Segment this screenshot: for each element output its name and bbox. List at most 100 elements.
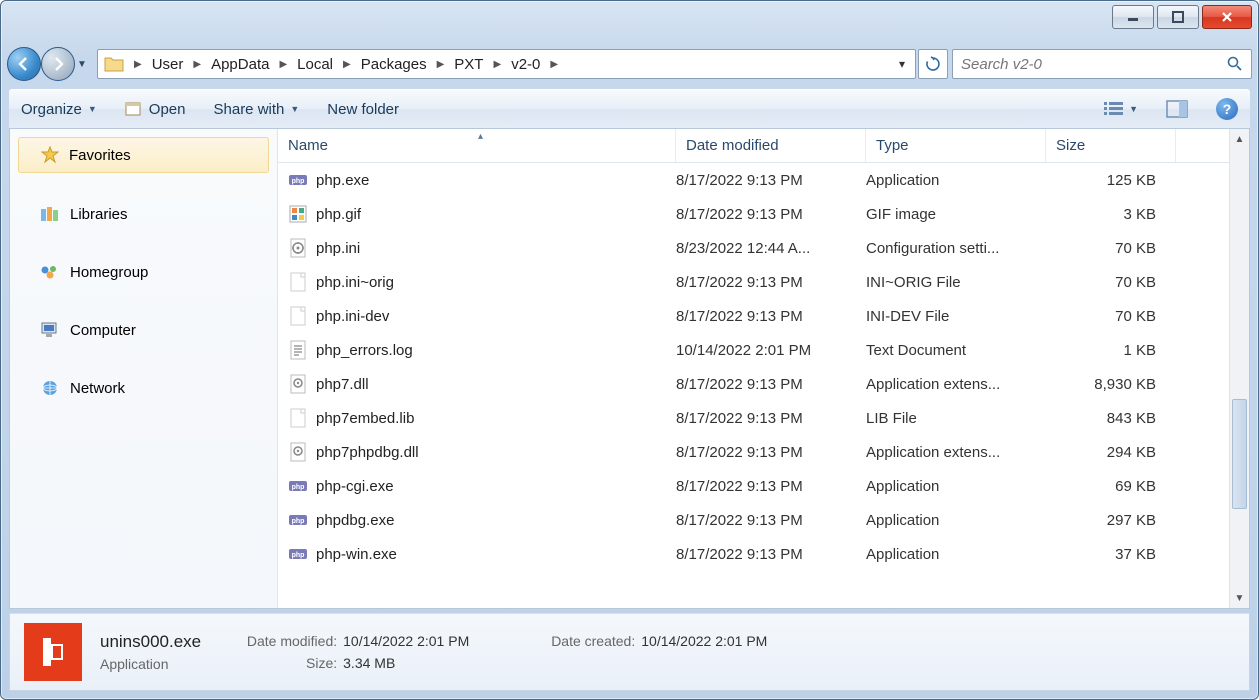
chevron-right-icon[interactable]: ▶ bbox=[130, 59, 146, 70]
file-row[interactable]: php.ini-dev8/17/2022 9:13 PMINI-DEV File… bbox=[278, 299, 1249, 333]
svg-text:php: php bbox=[292, 518, 305, 525]
file-type-icon: php bbox=[288, 170, 308, 190]
file-type-icon bbox=[288, 442, 308, 462]
file-date: 8/17/2022 9:13 PM bbox=[676, 478, 866, 495]
file-size: 1 KB bbox=[1046, 342, 1156, 359]
breadcrumb-item[interactable]: v2-0▶ bbox=[505, 50, 562, 78]
sidebar-computer[interactable]: Computer bbox=[10, 313, 277, 347]
file-row[interactable]: php_errors.log 10/14/2022 2:01 PMText Doc… bbox=[278, 333, 1249, 367]
file-type-icon bbox=[288, 204, 308, 224]
chevron-right-icon[interactable]: ▶ bbox=[275, 59, 291, 70]
chevron-right-icon[interactable]: ▶ bbox=[339, 59, 355, 70]
maximize-button[interactable] bbox=[1157, 5, 1199, 29]
file-type-icon bbox=[288, 238, 308, 258]
column-size[interactable]: Size bbox=[1046, 129, 1176, 162]
chevron-right-icon[interactable]: ▶ bbox=[433, 59, 449, 70]
sidebar-network[interactable]: Network bbox=[10, 371, 277, 405]
close-icon bbox=[1221, 11, 1233, 23]
date-created-label: Date created: bbox=[517, 633, 635, 649]
file-name: php_errors.log bbox=[316, 342, 413, 359]
scroll-down-button[interactable]: ▼ bbox=[1230, 588, 1249, 608]
column-name[interactable]: Name bbox=[278, 129, 676, 162]
file-type: Application bbox=[866, 546, 1046, 563]
file-name: php7phpdbg.dll bbox=[316, 444, 419, 461]
file-size: 3 KB bbox=[1046, 206, 1156, 223]
selected-file-type: Application bbox=[100, 656, 201, 672]
back-button[interactable] bbox=[7, 47, 41, 81]
preview-pane-icon bbox=[1166, 100, 1188, 118]
preview-pane-button[interactable] bbox=[1166, 100, 1188, 118]
file-type: INI~ORIG File bbox=[866, 274, 1046, 291]
file-type-icon bbox=[288, 272, 308, 292]
sidebar-homegroup[interactable]: Homegroup bbox=[10, 255, 277, 289]
scroll-thumb[interactable] bbox=[1232, 399, 1247, 509]
view-options[interactable]: ▼ bbox=[1103, 100, 1138, 118]
file-row[interactable]: php.ini8/23/2022 12:44 A...Configuration… bbox=[278, 231, 1249, 265]
file-size: 294 KB bbox=[1046, 444, 1156, 461]
help-button[interactable]: ? bbox=[1216, 98, 1238, 120]
chevron-right-icon[interactable]: ▶ bbox=[546, 59, 562, 70]
file-row[interactable]: phpphp-cgi.exe8/17/2022 9:13 PMApplicati… bbox=[278, 469, 1249, 503]
details-main: unins000.exe Application bbox=[100, 632, 201, 672]
file-type: Application bbox=[866, 512, 1046, 529]
scroll-track[interactable] bbox=[1230, 149, 1249, 588]
file-row[interactable]: php.ini~orig8/17/2022 9:13 PMINI~ORIG Fi… bbox=[278, 265, 1249, 299]
homegroup-icon bbox=[40, 263, 60, 281]
search-icon bbox=[1227, 56, 1243, 72]
minimize-button[interactable] bbox=[1112, 5, 1154, 29]
size-value: 3.34 MB bbox=[343, 655, 395, 671]
chevron-right-icon[interactable]: ▶ bbox=[489, 59, 505, 70]
column-date-modified[interactable]: Date modified bbox=[676, 129, 866, 162]
forward-button[interactable] bbox=[41, 47, 75, 81]
close-button[interactable] bbox=[1202, 5, 1252, 29]
file-date: 8/17/2022 9:13 PM bbox=[676, 206, 866, 223]
history-dropdown[interactable]: ▼ bbox=[75, 59, 89, 70]
refresh-button[interactable] bbox=[918, 49, 948, 79]
sidebar-favorites[interactable]: Favorites bbox=[18, 137, 269, 173]
selected-file-icon bbox=[24, 623, 82, 681]
date-modified-label: Date modified: bbox=[219, 633, 337, 649]
file-date: 8/17/2022 9:13 PM bbox=[676, 274, 866, 291]
column-type[interactable]: Type bbox=[866, 129, 1046, 162]
file-type: Configuration setti... bbox=[866, 240, 1046, 257]
computer-icon bbox=[40, 321, 60, 339]
organize-menu[interactable]: Organize▼ bbox=[21, 101, 97, 118]
file-type-icon bbox=[288, 306, 308, 326]
file-type: Text Document bbox=[866, 342, 1046, 359]
file-list-pane: ▴ Name Date modified Type Size phpphp.ex… bbox=[278, 129, 1249, 608]
vertical-scrollbar[interactable]: ▲ ▼ bbox=[1229, 129, 1249, 608]
breadcrumb-item[interactable]: AppData▶ bbox=[205, 50, 291, 78]
svg-text:php: php bbox=[292, 484, 305, 491]
search-box[interactable] bbox=[952, 49, 1252, 79]
open-button[interactable]: Open bbox=[125, 101, 186, 118]
file-row[interactable]: php7embed.lib8/17/2022 9:13 PMLIB File84… bbox=[278, 401, 1249, 435]
new-folder-button[interactable]: New folder bbox=[327, 101, 399, 118]
file-row[interactable]: phpphp.exe8/17/2022 9:13 PMApplication12… bbox=[278, 163, 1249, 197]
share-menu[interactable]: Share with▼ bbox=[214, 101, 300, 118]
selected-file-name: unins000.exe bbox=[100, 632, 201, 652]
search-input[interactable] bbox=[961, 56, 1227, 73]
file-row[interactable]: phpphpdbg.exe8/17/2022 9:13 PMApplicatio… bbox=[278, 503, 1249, 537]
file-row[interactable]: phpphp-win.exe8/17/2022 9:13 PMApplicati… bbox=[278, 537, 1249, 571]
file-row[interactable]: php.gif8/17/2022 9:13 PMGIF image3 KB bbox=[278, 197, 1249, 231]
file-date: 10/14/2022 2:01 PM bbox=[676, 342, 866, 359]
file-row[interactable]: php7.dll8/17/2022 9:13 PMApplication ext… bbox=[278, 367, 1249, 401]
breadcrumb-item[interactable]: Local▶ bbox=[291, 50, 355, 78]
address-dropdown[interactable]: ▾ bbox=[893, 57, 911, 71]
chevron-right-icon[interactable]: ▶ bbox=[189, 59, 205, 70]
refresh-icon bbox=[925, 56, 941, 72]
address-bar[interactable]: ▶ User▶ AppData▶ Local▶ Packages▶ PXT▶ v… bbox=[97, 49, 916, 79]
sidebar-libraries[interactable]: Libraries bbox=[10, 197, 277, 231]
file-row[interactable]: php7phpdbg.dll8/17/2022 9:13 PMApplicati… bbox=[278, 435, 1249, 469]
file-size: 125 KB bbox=[1046, 172, 1156, 189]
scroll-up-button[interactable]: ▲ bbox=[1230, 129, 1249, 149]
breadcrumb-item[interactable]: Packages▶ bbox=[355, 50, 449, 78]
column-headers: ▴ Name Date modified Type Size bbox=[278, 129, 1249, 163]
file-size: 70 KB bbox=[1046, 274, 1156, 291]
breadcrumb-item[interactable]: User▶ bbox=[146, 50, 205, 78]
file-date: 8/17/2022 9:13 PM bbox=[676, 172, 866, 189]
breadcrumb-item[interactable]: PXT▶ bbox=[448, 50, 505, 78]
file-size: 69 KB bbox=[1046, 478, 1156, 495]
minimize-icon bbox=[1127, 11, 1139, 23]
file-name: php7embed.lib bbox=[316, 410, 414, 427]
